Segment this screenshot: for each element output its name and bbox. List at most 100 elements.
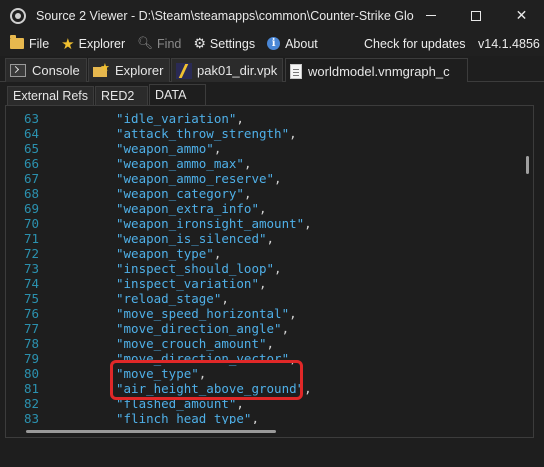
menu-find[interactable]: 🔍︎ Find <box>131 31 187 56</box>
comma: , <box>259 276 267 291</box>
comma: , <box>289 126 297 141</box>
string-literal: "inspect_should_loop" <box>116 261 275 276</box>
line-number: 66 <box>23 156 39 171</box>
title-bar: Source 2 Viewer - D:\Steam\steamapps\com… <box>0 0 544 31</box>
check-updates-button[interactable]: Check for updates <box>364 31 465 56</box>
comma: , <box>236 111 244 126</box>
line-number: 76 <box>23 306 39 321</box>
line-number: 68 <box>23 186 39 201</box>
info-icon: i <box>267 37 281 50</box>
menu-explorer-label: Explorer <box>78 36 126 51</box>
vertical-scrollbar[interactable] <box>521 106 533 437</box>
tab-worldmodel-label: worldmodel.vnmgraph_c <box>308 63 450 79</box>
tab-data[interactable]: DATA <box>149 84 206 105</box>
tab-external-refs[interactable]: External Refs <box>7 86 94 105</box>
explorer-icon: ★ <box>93 62 110 78</box>
tab-vpk-label: pak01_dir.vpk <box>197 63 278 78</box>
code-string: "weapon_ammo_max", <box>116 156 251 171</box>
menu-bar: File ★ Explorer 🔍︎ Find ⚙ Settings i Abo… <box>0 31 544 56</box>
close-button[interactable]: ✕ <box>499 0 544 31</box>
comma: , <box>243 156 252 171</box>
horizontal-scroll-thumb[interactable] <box>26 430 276 433</box>
line-number: 75 <box>23 291 39 306</box>
minimize-button[interactable] <box>408 0 453 31</box>
comma: , <box>213 246 222 261</box>
console-icon <box>10 64 26 77</box>
code-line: 76 "move_speed_horizontal", <box>6 306 521 321</box>
code-line: 74 "inspect_variation", <box>6 276 521 291</box>
menu-file-label: File <box>29 36 50 51</box>
maximize-button[interactable] <box>453 0 498 31</box>
tab-vpk[interactable]: pak01_dir.vpk <box>171 58 283 82</box>
code-line: 71 "weapon_is_silenced", <box>6 231 521 246</box>
string-literal: "weapon_ammo" <box>116 141 214 156</box>
code-string: "weapon_ironsight_amount", <box>116 216 312 231</box>
code-string: "weapon_type", <box>116 246 221 261</box>
string-literal: "weapon_extra_info" <box>116 201 259 216</box>
code-string: "move_crouch_amount", <box>116 336 274 351</box>
gear-icon: ⚙ <box>193 35 206 51</box>
string-literal: "reload_stage" <box>116 291 222 306</box>
comma: , <box>304 216 312 231</box>
string-literal: "weapon_ironsight_amount" <box>116 216 305 231</box>
file-tab-bar: Console ★ Explorer pak01_dir.vpk worldmo… <box>0 56 544 83</box>
code-string: "idle_variation", <box>116 111 244 126</box>
tab-external-refs-label: External Refs <box>13 89 89 103</box>
sub-tab-bar: External Refs RED2 DATA <box>0 82 544 105</box>
folder-icon <box>10 35 24 49</box>
line-number: 80 <box>23 366 39 381</box>
code-line: 64 "attack_throw_strength", <box>6 126 521 141</box>
tab-red2[interactable]: RED2 <box>95 86 148 105</box>
maximize-icon <box>470 10 481 21</box>
line-number: 77 <box>23 321 39 336</box>
code-editor[interactable]: 63 "idle_variation", 64 "attack_throw_stren… <box>5 105 534 438</box>
string-literal: "inspect_variation" <box>116 276 259 291</box>
vertical-scroll-thumb[interactable] <box>526 156 529 174</box>
line-number: 81 <box>23 381 39 396</box>
menu-file[interactable]: File <box>4 31 55 56</box>
code-string: "weapon_ammo_reserve", <box>116 171 282 186</box>
code-line: 66 "weapon_ammo_max", <box>6 156 521 171</box>
comma: , <box>281 321 290 336</box>
code-line: 73 "inspect_should_loop", <box>6 261 521 276</box>
menu-settings[interactable]: ⚙ Settings <box>187 31 261 56</box>
close-icon: ✕ <box>515 7 528 23</box>
code-string: "attack_throw_strength", <box>116 126 297 141</box>
menu-explorer[interactable]: ★ Explorer <box>55 31 131 56</box>
line-number: 74 <box>23 276 39 291</box>
line-number: 71 <box>23 231 39 246</box>
comma: , <box>243 186 252 201</box>
code-line: 75 "reload_stage", <box>6 291 521 306</box>
comma: , <box>304 381 312 396</box>
code-string: "weapon_is_silenced", <box>116 231 274 246</box>
code-string: "inspect_variation", <box>116 276 267 291</box>
horizontal-scrollbar[interactable] <box>6 424 521 437</box>
tab-explorer-label: Explorer <box>115 63 164 78</box>
string-literal: "move_crouch_amount" <box>116 336 267 351</box>
line-number: 69 <box>23 201 39 216</box>
code-line: 67 "weapon_ammo_reserve", <box>6 171 521 186</box>
string-literal: "move_direction_angle" <box>116 321 282 336</box>
menu-find-label: Find <box>157 36 182 51</box>
star-icon: ★ <box>61 35 75 53</box>
comma: , <box>213 141 222 156</box>
minimize-icon <box>425 15 436 16</box>
string-literal: "attack_throw_strength" <box>116 126 290 141</box>
tab-console[interactable]: Console <box>5 58 87 82</box>
code-line: 63 "idle_variation", <box>6 111 521 126</box>
tab-worldmodel[interactable]: worldmodel.vnmgraph_c <box>285 58 468 83</box>
version-label: v14.1.4856 <box>478 36 540 51</box>
comma: , <box>266 336 275 351</box>
menu-about[interactable]: i About <box>261 31 324 56</box>
tab-explorer[interactable]: ★ Explorer <box>88 58 170 82</box>
comma: , <box>289 306 297 321</box>
code-line: 69 "weapon_extra_info", <box>6 201 521 216</box>
line-number: 78 <box>23 336 39 351</box>
line-number: 65 <box>23 141 39 156</box>
string-literal: "weapon_type" <box>116 246 214 261</box>
line-number: 67 <box>23 171 39 186</box>
tab-red2-label: RED2 <box>101 89 135 103</box>
code-line: 65 "weapon_ammo", <box>6 141 521 156</box>
string-literal: "move_speed_horizontal" <box>116 306 290 321</box>
string-literal: "idle_variation" <box>116 111 237 126</box>
